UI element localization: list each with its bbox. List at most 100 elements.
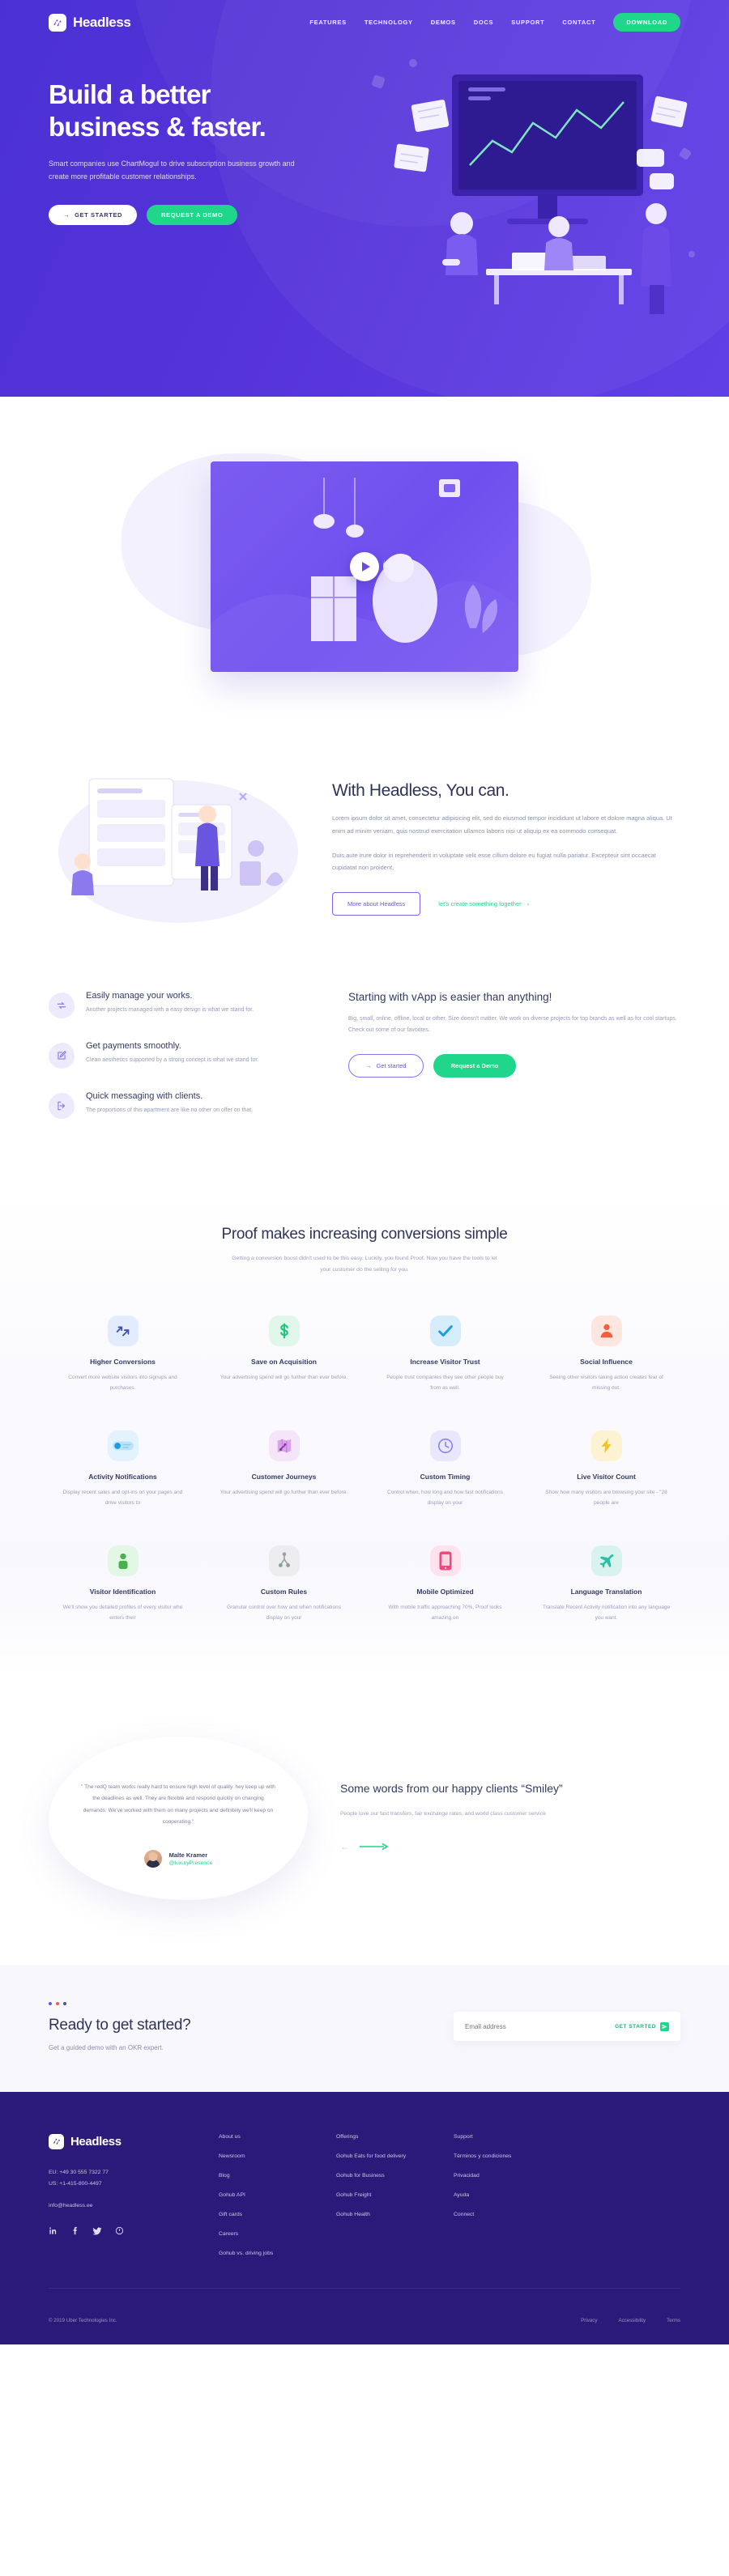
- twitter-icon[interactable]: [92, 2226, 102, 2238]
- nav-item-contact[interactable]: CONTACT: [562, 19, 595, 26]
- proof-card-title: Language Translation: [570, 1587, 642, 1596]
- footer-column-offerings: Offerings Gohub Eats for food delivery G…: [336, 2134, 421, 2270]
- proof-card-title: Higher Conversions: [90, 1357, 156, 1366]
- footer-link[interactable]: Connect: [454, 2212, 539, 2217]
- proof-card-desc: Translate Recent Activity notification i…: [542, 1604, 671, 1621]
- footer-link[interactable]: Careers: [219, 2231, 304, 2237]
- play-button[interactable]: [350, 552, 379, 581]
- proof-card[interactable]: Activity Notifications Display recent sa…: [49, 1430, 197, 1508]
- testimonial-author: Malte Kramer @luxuryPresence: [81, 1849, 275, 1868]
- email-input[interactable]: [465, 2022, 616, 2030]
- proof-card-desc: Control when, how long and how fast noti…: [387, 1489, 503, 1506]
- footer-legal-terms[interactable]: Terms: [667, 2318, 680, 2323]
- footer-link[interactable]: Gohub Freight: [336, 2192, 421, 2198]
- proof-card-desc: Display recent sales and opt-ins on your…: [62, 1489, 183, 1506]
- proof-card[interactable]: Visitor Identification We'll show you de…: [49, 1545, 197, 1623]
- cta-dot: [56, 2001, 59, 2005]
- proof-card[interactable]: Higher Conversions Convert more website …: [49, 1315, 197, 1393]
- facebook-icon[interactable]: [70, 2226, 79, 2238]
- footer-link[interactable]: Gohub vs. driving jobs: [219, 2251, 304, 2256]
- arrow-right-icon[interactable]: [360, 1843, 389, 1851]
- brand-logo[interactable]: Headless: [49, 13, 131, 32]
- footer-link[interactable]: Support: [454, 2134, 539, 2140]
- footer-social-links: [49, 2226, 186, 2238]
- footer-link[interactable]: Gohub for Business: [336, 2173, 421, 2179]
- footer-legal-links: Privacy Accessibility Terms: [581, 2318, 680, 2323]
- with-headless-section: With Headless, You can. Lorem ipsum dolo…: [0, 745, 729, 963]
- with-headless-actions: More about Headless let's create somethi…: [332, 892, 680, 916]
- cta-get-started-button[interactable]: GET STARTED: [615, 2021, 669, 2031]
- proof-card[interactable]: Save on Acquisition Your advertising spe…: [210, 1315, 358, 1393]
- footer-link[interactable]: Términos y condiciones: [454, 2153, 539, 2159]
- footer-link[interactable]: Offerings: [336, 2134, 421, 2140]
- testimonial-subtitle: People love our fast transfers, fair exc…: [340, 1811, 546, 1817]
- vapp-request-demo-button[interactable]: Request a Demo: [433, 1053, 517, 1078]
- testimonial-bubble: " The redQ team works really hard to ens…: [49, 1736, 308, 1900]
- create-together-link[interactable]: let's create something together ›: [438, 900, 529, 908]
- clock-icon: [429, 1430, 461, 1461]
- brand-name: Headless: [73, 14, 131, 30]
- footer-link[interactable]: Blog: [219, 2173, 304, 2179]
- proof-section: Proof makes increasing conversions simpl…: [0, 1190, 729, 1680]
- cta-text: Ready to get started? Get a guided demo …: [49, 2001, 191, 2051]
- footer-email[interactable]: info@headless.ee: [49, 2203, 186, 2208]
- mobile-phone-icon: [429, 1545, 461, 1576]
- proof-card[interactable]: Increase Visitor Trust People trust comp…: [371, 1315, 519, 1393]
- footer-link[interactable]: About us: [219, 2134, 304, 2140]
- notification-pill-icon: [107, 1430, 139, 1461]
- get-started-button[interactable]: → GET STARTED: [49, 204, 138, 225]
- proof-card[interactable]: Language Translation Translate Recent Ac…: [532, 1545, 680, 1623]
- footer-link[interactable]: Privacidad: [454, 2173, 539, 2179]
- proof-card[interactable]: Customer Journeys Your advertising spend…: [210, 1430, 358, 1508]
- footer-link[interactable]: Gohub Eats for food delivery: [336, 2153, 421, 2159]
- feature-title: Get payments smoothly.: [86, 1041, 181, 1051]
- nav-item-features[interactable]: FEATURES: [309, 19, 346, 26]
- hero-title: Build a better business & faster.: [49, 79, 381, 144]
- vapp-description: Big, small, online, offline, local or ot…: [348, 1016, 677, 1033]
- footer-link[interactable]: Ayuda: [454, 2192, 539, 2198]
- nav-item-demos[interactable]: DEMOS: [431, 19, 456, 26]
- hero-title-line-2: business & faster.: [49, 112, 266, 142]
- cta-signup-form: GET STARTED: [454, 2012, 680, 2042]
- footer-copyright: © 2019 Uber Technologies Inc.: [49, 2317, 117, 2323]
- proof-card[interactable]: Custom Timing Control when, how long and…: [371, 1430, 519, 1508]
- github-icon[interactable]: [115, 2226, 124, 2238]
- proof-card-desc: Granular control over how and when notif…: [227, 1604, 341, 1621]
- footer-link[interactable]: Gohub API: [219, 2192, 304, 2198]
- arrow-left-icon[interactable]: ←: [340, 1841, 350, 1852]
- landing-page: Headless FEATURES TECHNOLOGY DEMOS DOCS …: [0, 0, 729, 2344]
- nav-item-support[interactable]: SUPPORT: [511, 19, 544, 26]
- cta-dots: [49, 2001, 190, 2005]
- footer-link[interactable]: Gohub Health: [336, 2212, 421, 2217]
- proof-card[interactable]: Live Visitor Count Show how many visitor…: [532, 1430, 680, 1508]
- video-player[interactable]: [211, 461, 518, 672]
- features-and-vapp-section: Easily manage your works. Another projec…: [0, 963, 729, 1190]
- proof-card[interactable]: Custom Rules Granular control over how a…: [210, 1545, 358, 1623]
- download-button[interactable]: DOWNLOAD: [613, 13, 680, 32]
- headless-logo-icon: [49, 13, 66, 32]
- lightning-bolt-icon: [590, 1430, 622, 1461]
- footer-link[interactable]: Newsroom: [219, 2153, 304, 2159]
- footer-legal-privacy[interactable]: Privacy: [581, 2318, 597, 2323]
- proof-card-desc: Your advertising spend will go further t…: [220, 1374, 348, 1380]
- footer-link[interactable]: Gift cards: [219, 2212, 304, 2217]
- feature-desc: Clean aesthetics supported by a strong c…: [86, 1057, 259, 1063]
- vapp-get-started-button[interactable]: → Get started: [348, 1053, 424, 1078]
- proof-card-desc: With mobile traffic approaching 70%, Pro…: [388, 1604, 502, 1621]
- more-about-headless-button[interactable]: More about Headless: [332, 892, 421, 916]
- request-demo-button[interactable]: REQUEST A DEMO: [147, 204, 238, 225]
- footer-logo[interactable]: Headless: [49, 2133, 186, 2149]
- proof-card[interactable]: Mobile Optimized With mobile traffic app…: [371, 1545, 519, 1623]
- footer-phone-us: US: +1-415-800-4497: [49, 2180, 102, 2187]
- proof-card-title: Increase Visitor Trust: [410, 1357, 480, 1366]
- footer-legal-accessibility[interactable]: Accessibility: [618, 2318, 646, 2323]
- proof-card-desc: We'll show you detailed profiles of ever…: [62, 1604, 183, 1621]
- person-badge-icon: [107, 1545, 139, 1576]
- nav-item-technology[interactable]: TECHNOLOGY: [364, 19, 413, 26]
- testimonial-section: " The redQ team works really hard to ens…: [0, 1679, 729, 1965]
- nav-item-docs[interactable]: DOCS: [474, 19, 493, 26]
- proof-card-title: Custom Timing: [420, 1472, 471, 1481]
- linkedin-icon[interactable]: [49, 2226, 58, 2238]
- proof-card[interactable]: Social Influence Seeing other visitors t…: [532, 1315, 680, 1393]
- nav-links: FEATURES TECHNOLOGY DEMOS DOCS SUPPORT C…: [309, 13, 680, 32]
